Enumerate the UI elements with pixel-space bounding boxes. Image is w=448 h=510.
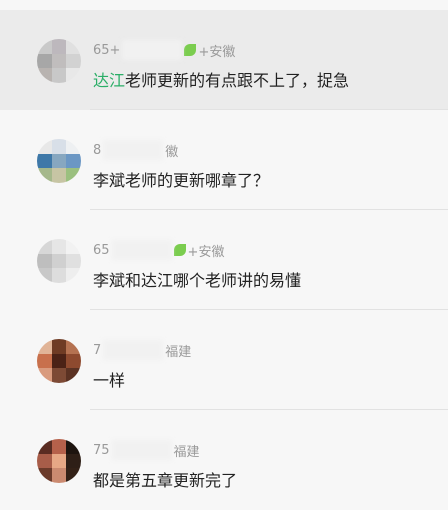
- redacted-block: [103, 140, 164, 160]
- avatar-pixel: [51, 353, 67, 369]
- avatar-pixel: [66, 153, 81, 169]
- chat-row[interactable]: 65+ +安徽 达江老师更新的有点跟不上了，捉急: [0, 10, 448, 110]
- message-text: 一样: [93, 368, 125, 394]
- avatar-pixel: [51, 168, 67, 183]
- redacted-block: [111, 440, 172, 460]
- avatar-pixel: [66, 239, 81, 254]
- avatar-pixel: [66, 339, 81, 354]
- avatar-pixel: [66, 253, 81, 269]
- avatar-pixel: [37, 253, 52, 269]
- leaf-icon: [184, 44, 197, 56]
- avatar-pixel: [37, 468, 52, 483]
- avatar-pixel: [51, 153, 67, 169]
- avatar[interactable]: [37, 39, 81, 83]
- avatar-pixel: [51, 68, 67, 83]
- message-body: 都是第五章更新完了: [93, 471, 238, 490]
- message-body: 老师更新的有点跟不上了，捉急: [125, 71, 350, 90]
- chat-row[interactable]: 7 福建 一样: [0, 310, 448, 410]
- message-text: 达江老师更新的有点跟不上了，捉急: [93, 68, 349, 94]
- avatar-pixel: [37, 53, 52, 69]
- avatar-pixel: [37, 39, 52, 54]
- avatar-pixel: [51, 139, 67, 154]
- avatar-pixel: [66, 168, 81, 183]
- nickname-suffix: 福建: [165, 344, 192, 360]
- avatar-pixel: [37, 339, 52, 354]
- message-text: 都是第五章更新完了: [93, 468, 237, 494]
- nickname: 7 福建: [93, 340, 191, 360]
- avatar-pixel: [51, 268, 67, 283]
- message-body: 李斌和达江哪个老师讲的易懂: [93, 271, 302, 290]
- avatar-pixel: [37, 439, 52, 454]
- nickname-prefix: 65+: [93, 42, 121, 58]
- avatar[interactable]: [37, 139, 81, 183]
- nickname-suffix: +安徽: [198, 44, 236, 60]
- avatar-pixel: [66, 368, 81, 383]
- chat-list: 65+ +安徽 达江老师更新的有点跟不上了，捉急 8 徽 李斌老师的更新哪章了？: [0, 0, 448, 510]
- avatar-pixel: [37, 268, 52, 283]
- avatar[interactable]: [37, 239, 81, 283]
- nickname-suffix: +安徽: [187, 244, 225, 260]
- redacted-block: [103, 340, 164, 360]
- avatar-pixel: [51, 239, 67, 254]
- message-text: 李斌和达江哪个老师讲的易懂: [93, 268, 301, 294]
- avatar-pixel: [66, 139, 81, 154]
- mention-link[interactable]: 达江: [93, 71, 125, 90]
- avatar-pixel: [37, 368, 52, 383]
- avatar-pixel: [37, 139, 52, 154]
- avatar-pixel: [66, 268, 81, 283]
- nickname-prefix: 75: [93, 442, 110, 458]
- avatar-pixel: [66, 453, 81, 469]
- avatar-pixel: [66, 68, 81, 83]
- avatar-pixel: [51, 53, 67, 69]
- message-body: 李斌老师的更新哪章了？: [93, 171, 270, 190]
- nickname-prefix: 8: [93, 142, 102, 158]
- message-body: 一样: [93, 371, 126, 390]
- avatar-pixel: [51, 468, 67, 483]
- chat-row[interactable]: 75 福建 都是第五章更新完了: [0, 410, 448, 510]
- avatar-pixel: [37, 168, 52, 183]
- avatar-pixel: [51, 453, 67, 469]
- avatar[interactable]: [37, 339, 81, 383]
- avatar-pixel: [37, 153, 52, 169]
- redacted-block: [111, 240, 172, 260]
- avatar-pixel: [37, 353, 52, 369]
- chat-row[interactable]: 8 徽 李斌老师的更新哪章了？: [0, 110, 448, 210]
- avatar-pixel: [66, 53, 81, 69]
- avatar-pixel: [66, 439, 81, 454]
- avatar-pixel: [37, 453, 52, 469]
- avatar-pixel: [51, 253, 67, 269]
- nickname: 65+ +安徽: [93, 40, 235, 60]
- nickname-suffix: 福建: [173, 444, 200, 460]
- avatar-pixel: [51, 39, 67, 54]
- avatar-pixel: [66, 353, 81, 369]
- chat-row[interactable]: 65 +安徽 李斌和达江哪个老师讲的易懂: [0, 210, 448, 310]
- avatar-pixel: [51, 368, 67, 383]
- avatar-pixel: [51, 439, 67, 454]
- avatar-pixel: [66, 39, 81, 54]
- nickname-prefix: 7: [93, 342, 102, 358]
- avatar-pixel: [37, 68, 52, 83]
- nickname-prefix: 65: [93, 242, 110, 258]
- avatar[interactable]: [37, 439, 81, 483]
- message-text: 李斌老师的更新哪章了？: [93, 168, 269, 194]
- nickname: 65 +安徽: [93, 240, 224, 260]
- avatar-pixel: [66, 468, 81, 483]
- redacted-block: [122, 40, 183, 60]
- nickname: 75 福建: [93, 440, 200, 460]
- avatar-pixel: [51, 339, 67, 354]
- leaf-icon: [173, 244, 186, 256]
- avatar-pixel: [37, 239, 52, 254]
- nickname-suffix: 徽: [165, 144, 179, 160]
- nickname: 8 徽: [93, 140, 178, 160]
